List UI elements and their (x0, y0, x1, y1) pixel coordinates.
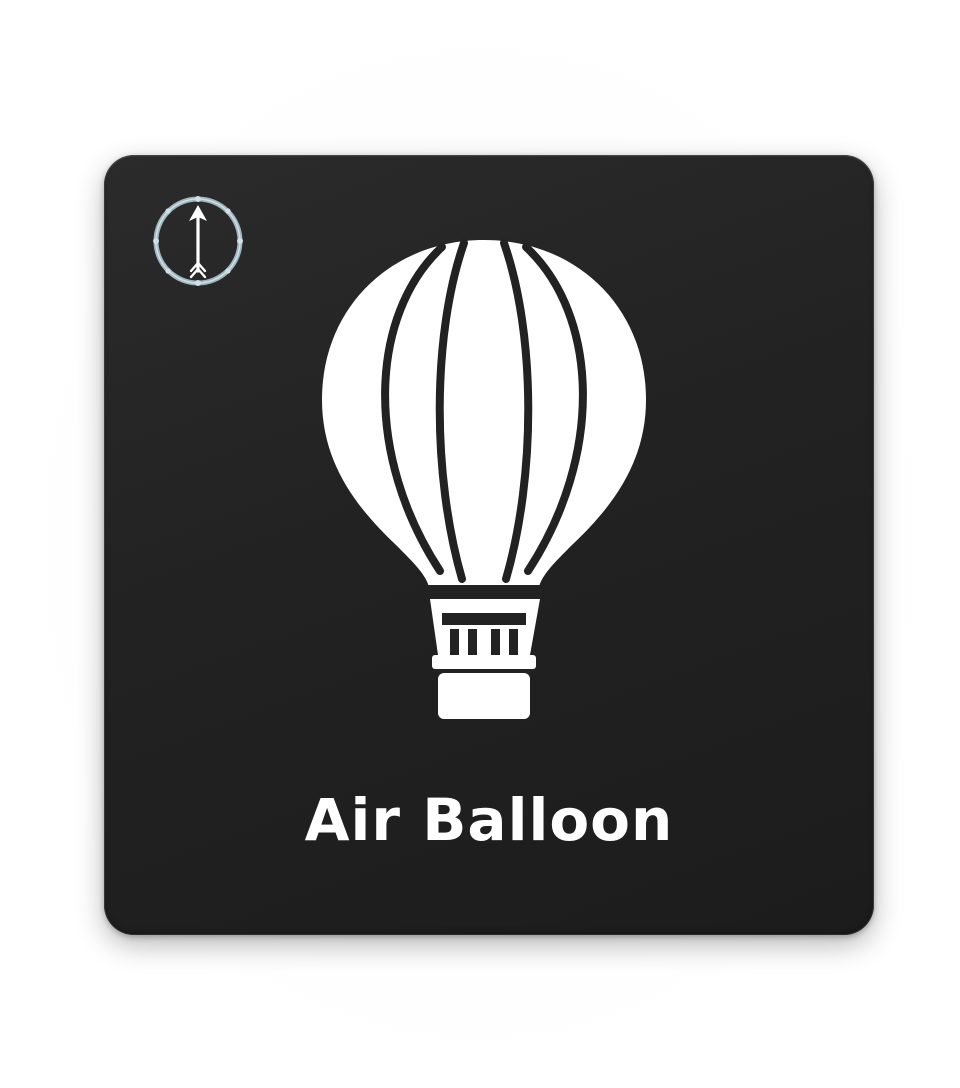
card-title: Air Balloon (304, 786, 674, 854)
air-balloon-card[interactable]: Air Balloon (104, 155, 874, 935)
compass-arrow-icon (153, 196, 243, 286)
canvas: Air Balloon (0, 0, 960, 1088)
hot-air-balloon-icon (322, 239, 646, 719)
